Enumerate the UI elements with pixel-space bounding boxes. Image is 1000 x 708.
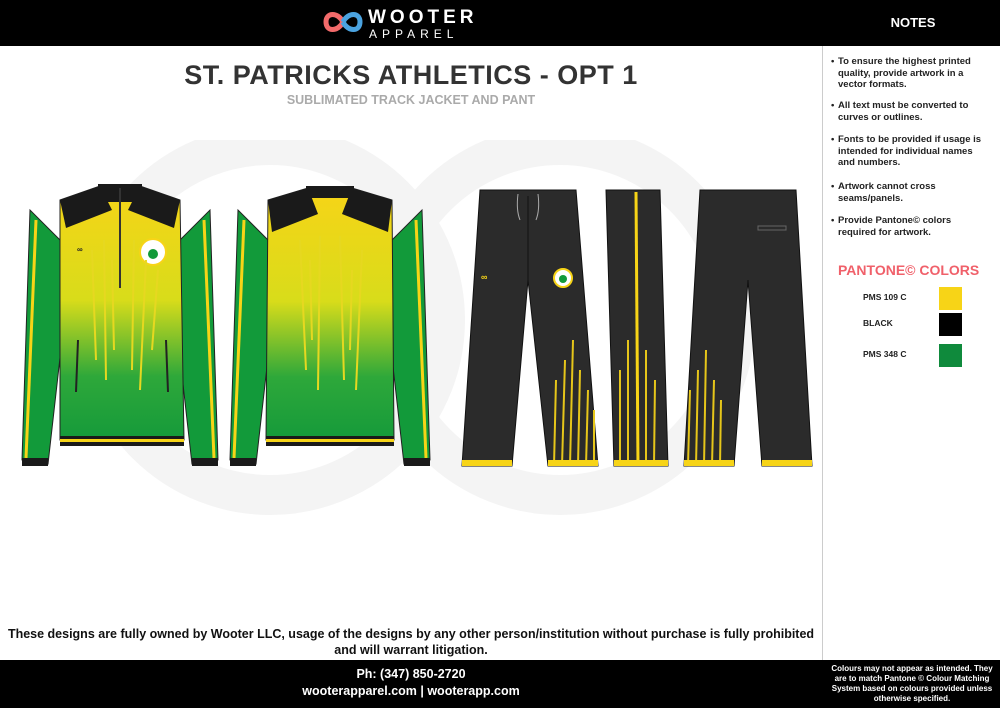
note-2: • All text must be converted to curves or …: [831, 100, 969, 123]
svg-text:∞: ∞: [481, 272, 488, 282]
note-4: • Artwork cannot cross seams/panels.: [831, 181, 936, 204]
pantone-label-1: PMS 109 C: [863, 292, 907, 302]
pantone-label-3: PMS 348 C: [863, 349, 907, 359]
ownership-disclaimer: These designs are fully owned by Wooter …: [7, 627, 815, 657]
pant-back: [683, 189, 813, 467]
pantone-label-2: BLACK: [863, 318, 893, 328]
garment-illustrations: ∞ ∞: [21, 184, 813, 467]
note-3: • Fonts to be provided if usage is intende…: [831, 134, 982, 168]
notes-title: NOTES: [890, 15, 936, 30]
brand-sub: APPAREL: [369, 27, 459, 41]
phone-number: Ph: (347) 850-2720: [356, 667, 466, 681]
wooter-logo: WOOTER APPAREL: [323, 6, 513, 41]
pant-front: ∞: [461, 189, 599, 467]
website-links: wooterapparel.com | wooterapp.com: [302, 684, 520, 698]
note-1: • To ensure the highest printed quality, p…: [831, 56, 971, 90]
svg-text:∞: ∞: [77, 245, 83, 254]
pantone-swatch-3: [939, 344, 962, 367]
pantone-swatch-2: [939, 313, 962, 336]
jacket-back: [229, 186, 431, 466]
pantone-swatch-1: [939, 287, 962, 310]
note-5: • Provide Pantone© colors required for art…: [831, 215, 952, 238]
jacket-front: ∞: [21, 184, 219, 466]
pantone-title: PANTONE© COLORS: [838, 262, 980, 278]
colour-disclaimer: Colours may not appear as intended. They…: [831, 664, 993, 703]
pant-side: [605, 189, 669, 467]
design-subtitle: SUBLIMATED TRACK JACKET AND PANT: [286, 93, 536, 107]
brand-name: WOOTER: [368, 7, 478, 28]
infinity-logo-icon: [323, 12, 363, 32]
design-title: ST. PATRICKS ATHLETICS - OPT 1: [184, 60, 638, 90]
